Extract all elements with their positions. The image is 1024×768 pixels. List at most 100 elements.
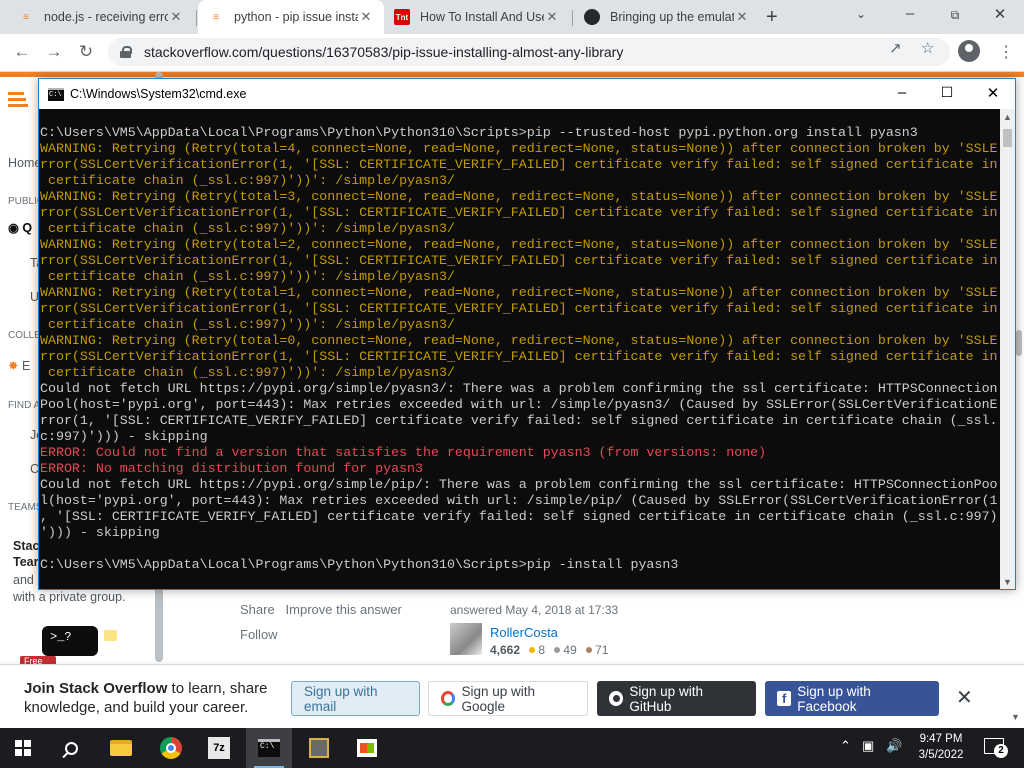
scroll-thumb[interactable] [1003,129,1012,147]
reload-icon[interactable]: ↻ [74,42,98,62]
github-icon [609,691,624,706]
close-banner-icon[interactable]: ✕ [956,685,973,710]
chrome-icon [160,737,182,759]
close-tab-icon[interactable]: ✕ [734,9,750,25]
join-bold: Join Stack Overflow [24,680,168,697]
signup-facebook-button[interactable]: f Sign up with Facebook [765,681,939,716]
minimize-icon[interactable]: – [895,5,925,22]
close-tab-icon[interactable]: ✕ [168,9,184,25]
tab-python-pip[interactable]: ≡ python - pip issue installing ✕ [198,0,384,34]
tab-how-to-install[interactable]: Tnt How To Install And Use ✕ [384,0,570,34]
cmd-app-icon[interactable]: C:\ [48,88,64,101]
improve-answer-link[interactable]: Improve this answer [286,602,402,617]
search-icon [64,741,78,755]
signup-github-button[interactable]: Sign up with GitHub [597,681,756,716]
github-icon [584,9,600,25]
chrome-button[interactable] [148,728,194,768]
restore-icon[interactable]: ⧉ [940,8,970,23]
console-line: C:\Users\VM5\AppData\Local\Programs\Pyth… [40,125,918,140]
share-link[interactable]: Share [240,602,275,617]
cmd-scrollbar[interactable]: ▲ ▼ [1000,109,1015,589]
console-line: c:997)'))) - skipping [40,429,208,444]
signup-google-button[interactable]: Sign up with Google [428,681,588,716]
console-line: ERROR: Could not find a version that sat… [40,445,767,460]
network-icon[interactable]: ▣ [862,738,874,754]
google-icon [441,691,456,706]
file-explorer-button[interactable] [98,728,144,768]
nav-questions[interactable]: ◉ Q [8,220,32,235]
teams-title-line2: Tear [13,555,39,569]
browser-toolbar: ← → ↻ stackoverflow.com/questions/163705… [0,34,1024,72]
nav-home[interactable]: Home [8,156,41,170]
close-tab-icon[interactable]: ✕ [544,9,560,25]
tab-node-js[interactable]: ≡ node.js - receiving error ✕ [8,0,194,34]
page-scrollbar[interactable] [1016,330,1022,356]
signup-facebook-label: Sign up with Facebook [797,683,871,714]
terminal-illustration: >_? [42,626,98,656]
bookmark-star-icon[interactable]: ☆ [921,39,934,57]
stackoverflow-icon: ≡ [213,11,219,23]
silver-badge-icon [554,647,561,653]
teams-text-line2: with a private group. [13,590,126,604]
console-line: certificate chain (_ssl.c:997)'))': /sim… [40,365,455,380]
teams-text-line1: and [13,573,34,587]
cmd-taskbar-button[interactable]: C:\ [246,728,292,768]
console-line: certificate chain (_ssl.c:997)'))': /sim… [40,317,455,332]
signup-google-label: Sign up with Google [461,683,535,714]
new-tab-icon[interactable]: + [766,6,778,29]
clock[interactable]: 9:47 PM 3/5/2022 [912,731,970,763]
stackoverflow-logo-icon[interactable] [8,82,32,110]
show-hidden-icons-icon[interactable]: ⌃ [840,738,851,754]
app-icon [309,738,329,758]
cmd-console-output[interactable]: C:\Users\VM5\AppData\Local\Programs\Pyth… [40,125,1000,575]
7zip-button[interactable]: 7z [196,728,242,768]
cmd-title-bar[interactable]: C:\ C:\Windows\System32\cmd.exe – ☐ ✕ [39,79,1015,109]
follow-link[interactable]: Follow [240,627,278,642]
console-line: rror(SSLCertVerificationError(1, '[SSL: … [40,253,998,268]
console-line: certificate chain (_ssl.c:997)'))': /sim… [40,221,455,236]
menu-kebab-icon[interactable]: ⋮ [998,42,1014,62]
console-line: WARNING: Retrying (Retry(total=0, connec… [40,333,998,348]
collective-icon: ✸ [8,359,19,373]
console-line: WARNING: Retrying (Retry(total=3, connec… [40,189,998,204]
terminal-tile-text: >_? [50,630,72,644]
signup-email-button[interactable]: Sign up with email [291,681,420,716]
minimize-icon[interactable]: – [887,84,917,101]
user-name-link[interactable]: RollerCosta [490,625,558,640]
nav-explore[interactable]: ✸ E [8,358,30,373]
app-taskbar-button[interactable] [296,728,342,768]
tab-divider [572,10,573,26]
notification-count: 2 [994,744,1008,758]
gold-badge-count: 8 [538,643,546,657]
lock-icon[interactable] [120,46,132,58]
close-window-icon[interactable]: ✕ [985,5,1015,23]
avatar[interactable] [450,623,482,655]
back-icon[interactable]: ← [10,42,34,62]
search-button[interactable] [48,728,94,768]
close-icon[interactable]: ✕ [978,84,1008,102]
console-line: , '[SSL: CERTIFICATE_VERIFY_FAILED] cert… [40,509,998,524]
page-scroll-down-icon[interactable]: ▼ [1011,712,1020,722]
close-tab-icon[interactable]: ✕ [358,9,374,25]
volume-icon[interactable]: 🔊 [886,738,902,754]
console-line: rror(1, '[SSL: CERTIFICATE_VERIFY_FAILED… [40,413,998,428]
scroll-up-icon[interactable]: ▲ [1000,112,1015,122]
forward-icon[interactable]: → [42,42,66,62]
console-line: l(host='pypi.org', port=443): Max retrie… [40,493,998,508]
maximize-icon[interactable]: ☐ [932,84,962,101]
scroll-down-icon[interactable]: ▼ [1000,577,1015,587]
profile-avatar-icon[interactable] [958,40,980,62]
chat-bubble-icon [104,630,117,641]
store-button[interactable] [344,728,390,768]
tab-bringing-up-emulator[interactable]: Bringing up the emulator ✕ [574,0,760,34]
stackoverflow-icon: ≡ [23,11,29,23]
tab-search-icon[interactable]: ⌄ [856,7,866,21]
console-line: rror(SSLCertVerificationError(1, '[SSL: … [40,349,998,364]
start-button[interactable] [0,728,46,768]
facebook-icon: f [777,691,792,706]
cmd-icon: C:\ [258,739,280,757]
address-bar[interactable]: stackoverflow.com/questions/16370583/pip… [108,38,950,66]
share-icon[interactable]: ↗ [889,39,902,57]
console-line: rror(SSLCertVerificationError(1, '[SSL: … [40,205,998,220]
